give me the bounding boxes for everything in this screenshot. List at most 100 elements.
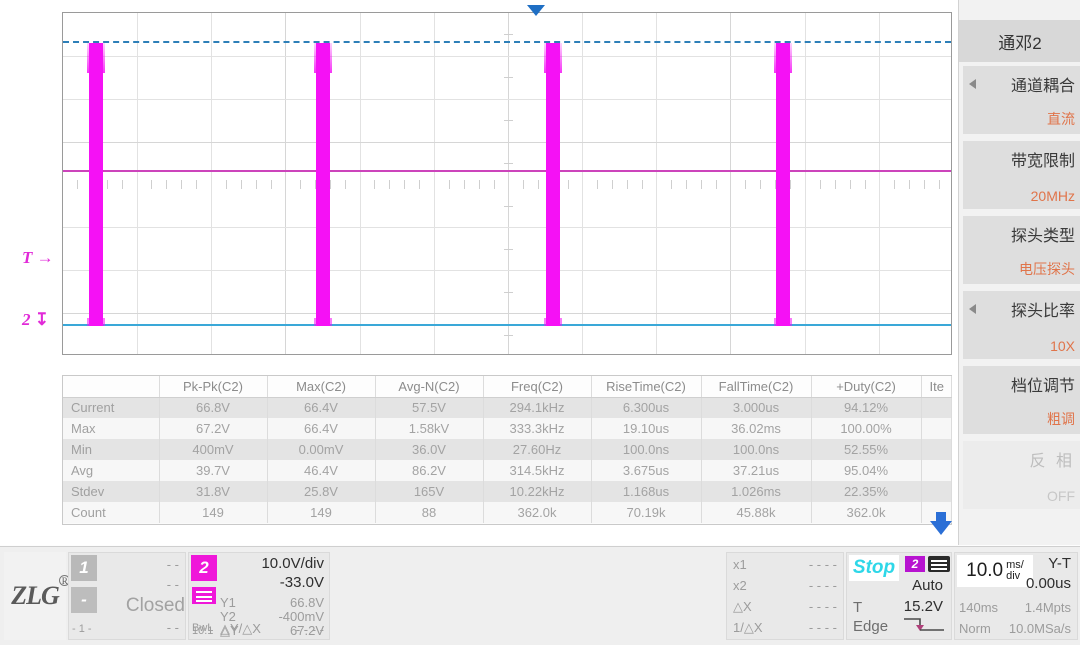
chevron-left-icon [969,79,976,89]
table-row[interactable]: Avg 39.7V 46.4V 86.2V 314.5kHz 3.675us 3… [63,460,951,481]
table-scroll-down-arrow-icon[interactable] [930,521,952,535]
cursor-y1-value: 66.8V [290,595,324,610]
table-row[interactable]: Max 67.2V 66.4V 1.58kV 333.3kHz 19.10us … [63,418,951,439]
zlg-logo-text: ZLG R [11,581,59,611]
right-arrow-icon: → [37,248,54,267]
trigger-level-marker-label: T [22,248,32,267]
menu-item-value: OFF [1047,488,1075,504]
column-header[interactable] [63,376,159,397]
row-label: Stdev [63,481,159,502]
menu-item-probe-type[interactable]: 探头类型 电压探头 [963,216,1080,284]
trigger-level-marker[interactable]: T → [22,248,54,268]
cell: 66.8V [159,397,267,418]
cell: 6.300us [591,397,701,418]
horizontal-delay-value: 0.00us [1026,575,1071,592]
falling-edge-icon[interactable] [902,615,946,633]
menu-item-label: 探头类型 [1011,222,1075,246]
timebase-scale-value: 10.0 [966,560,1003,582]
column-header[interactable]: Avg-N(C2) [375,376,483,397]
channel1-value-mid: - - [167,577,179,592]
sample-rate-value: 10.0MSa/s [1009,621,1071,636]
column-header[interactable]: Pk-Pk(C2) [159,376,267,397]
trigger-source-badge[interactable]: 2 [905,556,925,572]
table-row[interactable]: Stdev 31.8V 25.8V 165V 10.22kHz 1.168us … [63,481,951,502]
channel1-badge[interactable]: 1 [71,555,97,581]
cell: 149 [159,502,267,523]
channel1-status-panel[interactable]: 1 - - - - - Closed - 1 - - - [68,552,186,640]
timebase-scale-chip[interactable]: 10.0 ms/ div [957,555,1033,587]
channel2-ground-marker[interactable]: 2 ↧ [22,310,49,330]
trigger-sweep-mode[interactable]: Auto [912,577,943,594]
center-tick-column [504,13,513,354]
waveform-pulse [316,43,330,326]
cell: 31.8V [159,481,267,502]
cursor-y1-label: Y1 [220,595,236,610]
channel2-badge[interactable]: 2 [191,555,217,581]
acquisition-mode[interactable]: Norm [959,621,991,636]
timebase-status-panel[interactable]: 10.0 ms/ div Y-T 0.00us 140ms 1.4Mpts No… [954,552,1078,640]
waveform-grid[interactable] [62,12,952,355]
cursor-x2-label: x2 [733,578,747,593]
menu-item-value: 直流 [1047,109,1075,129]
cell: 100.0ns [591,439,701,460]
menu-item-channel-coupling[interactable]: 通道耦合 直流 [963,66,1080,134]
column-header[interactable]: Freq(C2) [483,376,591,397]
cell: 45.88k [701,502,811,523]
cursor-y1-line[interactable] [63,41,951,43]
menu-item-gear-adjust[interactable]: 档位调节 粗调 [963,366,1080,434]
cell: 36.02ms [701,418,811,439]
menu-item-probe-ratio[interactable]: 探头比率 10X [963,291,1080,359]
cell: 57.5V [375,397,483,418]
table-row[interactable]: Min 400mV 0.00mV 36.0V 27.60Hz 100.0ns 1… [63,439,951,460]
cell: 333.3kHz [483,418,591,439]
trigger-position-marker-icon[interactable] [527,5,545,16]
menu-item-label: 探头比率 [1011,297,1075,321]
measurement-table-grid: Pk-Pk(C2) Max(C2) Avg-N(C2) Freq(C2) Ris… [63,376,952,523]
cursor-x-panel[interactable]: x1 - - - - x2 - - - - △X - - - - 1/△X - … [726,552,844,640]
channel2-volts-per-div: 10.0V/div [261,555,324,572]
cursor-slope-value: - - - - [296,622,324,637]
display-mode-label[interactable]: Y-T [1048,555,1071,572]
cell: 67.2V [159,418,267,439]
table-row[interactable]: Count 149 149 88 362.0k 70.19k 45.88k 36… [63,502,951,523]
waveform-display-area[interactable]: T → 2 ↧ Pk-Pk(C2) Max(C2) Avg [0,0,958,545]
channel2-status-panel[interactable]: 2 10.0V/div -33.0V Y1 66.8V Y2 -400mV △Y… [188,552,330,640]
cell: 10.22kHz [483,481,591,502]
column-header[interactable]: Max(C2) [267,376,375,397]
channel2-offset-line[interactable] [63,170,951,172]
trigger-status-panel[interactable]: Stop 2 Auto T 15.2V Edge [846,552,952,640]
row-label: Avg [63,460,159,481]
status-bar: ZLG R 1 - - - - - Closed - 1 - - - 2 10.… [0,546,1080,645]
cell: 37.21us [701,460,811,481]
chevron-left-icon [969,304,976,314]
channel2-coupling-icon[interactable] [192,587,216,604]
cell: 25.8V [267,481,375,502]
cell: 27.60Hz [483,439,591,460]
cell: 19.10us [591,418,701,439]
cell: 46.4V [267,460,375,481]
column-header[interactable]: RiseTime(C2) [591,376,701,397]
channel1-coupling-badge[interactable]: - [71,587,97,613]
menu-item-bandwidth-limit[interactable]: 带宽限制 20MHz [963,141,1080,209]
row-label: Current [63,397,159,418]
cell: 294.1kHz [483,397,591,418]
column-header[interactable]: Ite [921,376,951,397]
measurement-table[interactable]: Pk-Pk(C2) Max(C2) Avg-N(C2) Freq(C2) Ris… [62,375,952,525]
cursor-y2-line[interactable] [63,324,951,326]
table-row[interactable]: Current 66.8V 66.4V 57.5V 294.1kHz 6.300… [63,397,951,418]
oscilloscope-screen: T → 2 ↧ Pk-Pk(C2) Max(C2) Avg [0,0,1080,645]
waveform-pulse [546,43,560,326]
row-label: Count [63,502,159,523]
trigger-coupling-icon[interactable] [928,556,950,572]
column-header[interactable]: FallTime(C2) [701,376,811,397]
cursor-slope-label: △Y/△X [220,621,261,637]
trigger-type-label[interactable]: Edge [853,618,888,635]
run-stop-button[interactable]: Stop [849,555,899,581]
cell: 94.12% [811,397,921,418]
side-menu-panel[interactable]: 通邓2 通道耦合 直流 带宽限制 20MHz 探头类型 电压探头 探头比率 10… [958,0,1080,545]
cell: 66.4V [267,397,375,418]
cursor-x2-value: - - - - [809,578,837,593]
cell: 100.0ns [701,439,811,460]
menu-item-invert[interactable]: 反 相 OFF [963,441,1080,509]
column-header[interactable]: +Duty(C2) [811,376,921,397]
